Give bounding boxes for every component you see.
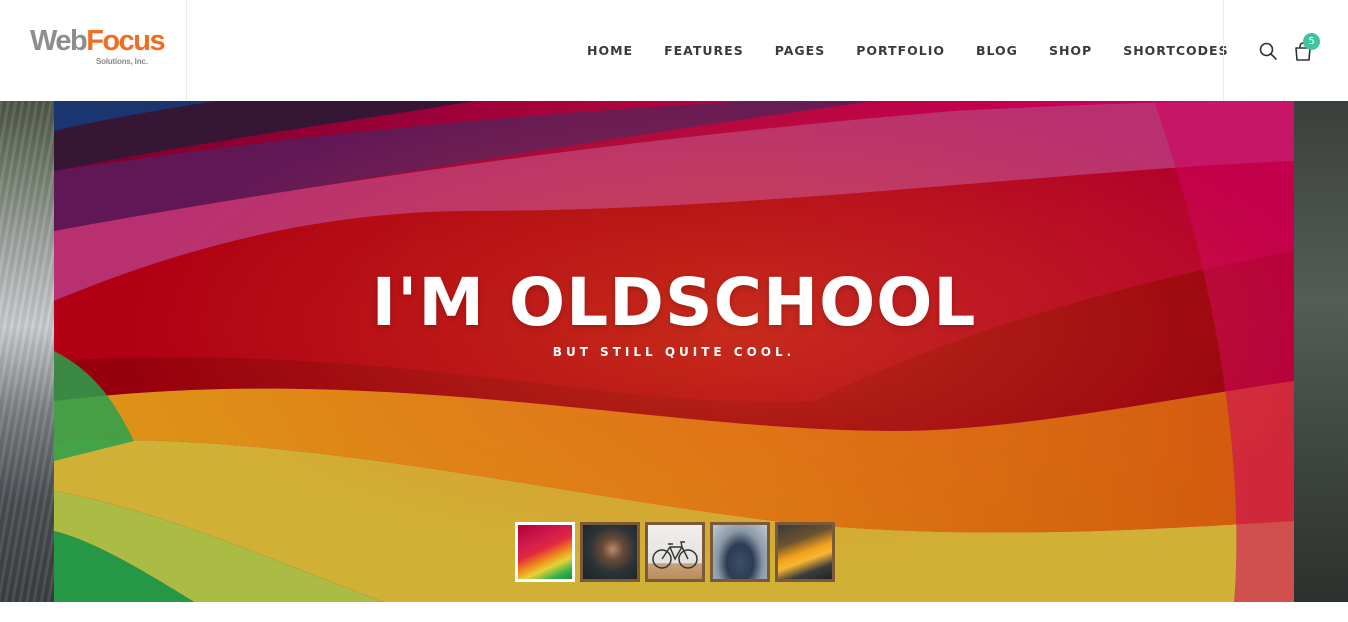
logo-container: WebFocus Solutions, Inc. — [0, 0, 187, 101]
site-header: WebFocus Solutions, Inc. HOME FEATURES P… — [0, 0, 1348, 101]
next-slide-preview[interactable] — [1294, 101, 1348, 602]
nav-home[interactable]: HOME — [587, 43, 633, 58]
bicycle-thumb[interactable] — [645, 522, 705, 582]
yellow-sports-car-thumb[interactable] — [775, 522, 835, 582]
woman-portrait-thumb[interactable] — [580, 522, 640, 582]
main-nav: HOME FEATURES PAGES PORTFOLIO BLOG SHOP … — [587, 0, 1229, 101]
bicycle-icon — [652, 541, 698, 569]
previous-slide-preview[interactable] — [0, 101, 54, 602]
cart-count-badge[interactable]: 5 — [1303, 33, 1320, 50]
hero-title: I'M OLDSCHOOL — [371, 264, 977, 341]
colorful-paper-thumb[interactable] — [515, 522, 575, 582]
slider-thumbnails — [515, 522, 835, 582]
hero-slider: I'M OLDSCHOOL BUT STILL QUITE COOL. — [0, 101, 1348, 602]
nav-shop[interactable]: SHOP — [1049, 43, 1092, 58]
logo-word-web: Web — [30, 25, 88, 57]
logo-wordmark: WebFocus — [30, 25, 166, 57]
logo-tagline: Solutions, Inc. — [96, 57, 148, 66]
header-tools: 5 — [1223, 0, 1348, 101]
nav-blog[interactable]: BLOG — [976, 43, 1018, 58]
search-icon[interactable] — [1258, 41, 1278, 61]
nav-features[interactable]: FEATURES — [664, 43, 744, 58]
logo[interactable]: WebFocus Solutions, Inc. — [30, 25, 166, 66]
logo-word-focus: Focus — [86, 25, 165, 57]
hero-subtitle: BUT STILL QUITE COOL. — [552, 345, 796, 359]
nav-shortcodes[interactable]: SHORTCODES — [1123, 43, 1228, 58]
man-back-thumb[interactable] — [710, 522, 770, 582]
nav-pages[interactable]: PAGES — [775, 43, 826, 58]
nav-portfolio[interactable]: PORTFOLIO — [856, 43, 945, 58]
